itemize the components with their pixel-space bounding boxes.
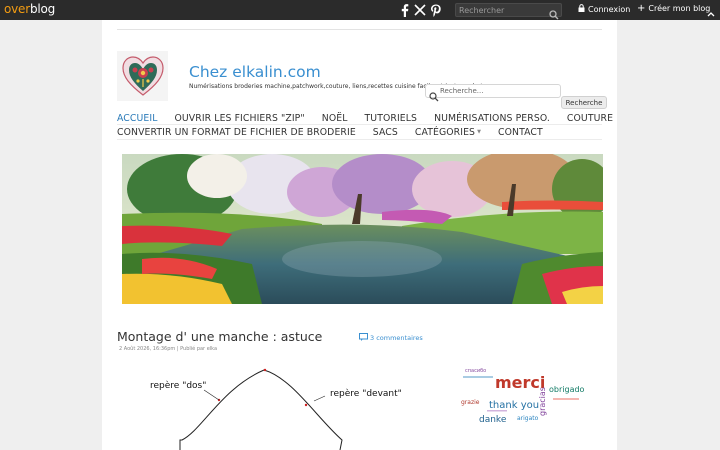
wordcloud-word: спасибо [465,368,486,374]
nav-item-sacs[interactable]: SACS [373,127,398,138]
blog-search-input[interactable] [440,86,558,96]
comment-icon [359,333,368,343]
header-banner-image [122,154,603,304]
comments-link[interactable]: 3 commentaires [359,333,423,343]
overblog-logo[interactable]: overblog [4,2,55,16]
blog-search-box [425,84,561,102]
nav-item-convertir[interactable]: CONVERTIR UN FORMAT DE FICHIER DE BRODER… [117,127,356,138]
create-blog-label: Créer mon blog [648,4,711,13]
overblog-search-input[interactable] [459,4,549,16]
wordcloud-word: gracias [538,387,547,416]
nav-item-categories-label: CATÉGORIES [414,126,476,138]
comments-count: 3 commentaires [370,334,423,342]
nav-item-zip[interactable]: OUVRIR LES FICHIERS "ZIP" [174,113,304,124]
nav-row-1: ACCUEIL OUVRIR LES FICHIERS "ZIP" NOËL T… [117,111,613,125]
wordcloud-word: thank you [489,400,539,411]
wordcloud-word: grazie [461,399,480,406]
nav-item-accueil[interactable]: ACCUEIL [117,113,157,124]
nav-item-couture[interactable]: COUTURE [567,113,613,124]
logo-part-blog: blog [29,2,56,16]
sleeve-diagram: repère "dos" repère "devant" [142,368,402,450]
blog-logo[interactable] [117,51,168,101]
plus-icon: + [637,2,646,14]
login-label: Connexion [588,4,631,14]
wordcloud-word: obrigado [549,385,585,394]
nav-item-numerisations[interactable]: NUMÉRISATIONS PERSO. [434,113,550,124]
divider [117,29,602,30]
facebook-icon[interactable] [397,3,411,17]
diagram-label-back: repère "dos" [150,380,206,391]
chevron-down-icon: ▼ [477,129,482,135]
nav-row-2: CONVERTIR UN FORMAT DE FICHIER DE BRODER… [117,125,602,139]
diagram-label-front: repère "devant" [330,388,402,399]
overblog-top-bar: overblog Connexion + Créer mon blog [0,0,720,20]
nav-item-tutoriels[interactable]: TUTORIELS [365,113,418,124]
chevron-up-icon[interactable] [706,4,716,17]
blog-page: Chez elkalin.com Numérisations broderies… [102,20,617,450]
search-icon[interactable] [549,5,559,20]
wordcloud-word: danke [479,415,507,425]
thank-you-wordcloud-image: merci thank you danke gracias obrigado g… [457,358,587,430]
login-link[interactable]: Connexion [578,4,630,14]
lock-icon [578,4,585,14]
logo-part-over: over [4,2,30,16]
nav-item-contact[interactable]: CONTACT [498,127,543,138]
divider [117,139,602,140]
x-icon[interactable] [413,3,427,17]
wordcloud-word: arigato [517,415,539,422]
search-icon [429,87,439,102]
overblog-search-box [455,3,562,20]
site-title[interactable]: Chez elkalin.com [189,63,321,81]
search-button[interactable]: Recherche [561,96,607,109]
post-meta: 2 Août 2026, 16:36pm | Publié par elka [119,346,218,352]
create-blog-link[interactable]: + Créer mon blog [637,2,711,14]
pinterest-icon[interactable] [429,3,443,17]
nav-item-categories[interactable]: CATÉGORIES ▼ [415,127,481,138]
post-title[interactable]: Montage d' une manche : astuce [117,329,322,344]
nav-item-noel[interactable]: NOËL [322,113,348,124]
main-navigation: ACCUEIL OUVRIR LES FICHIERS "ZIP" NOËL T… [117,111,613,139]
